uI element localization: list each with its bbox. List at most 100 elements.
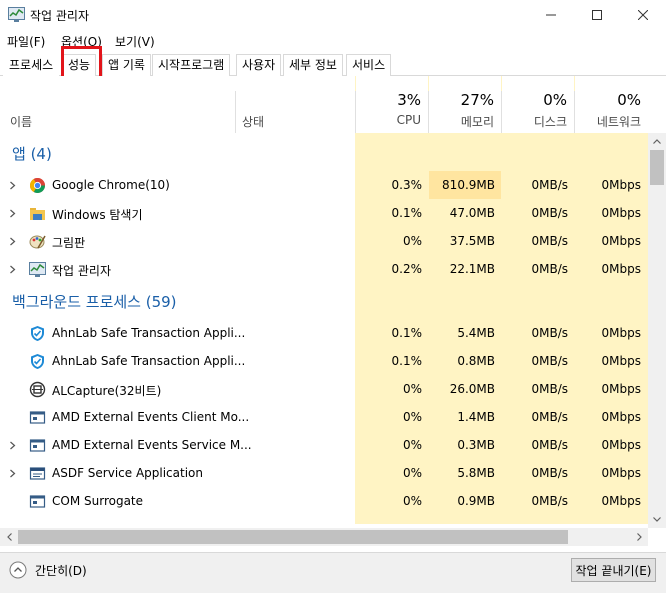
- cpu-value: 0%: [402, 382, 422, 396]
- maximize-icon: [592, 10, 602, 20]
- table-row[interactable]: AMD External Events Service M... 0% 0.3M…: [0, 431, 648, 459]
- chevron-right-icon[interactable]: [9, 441, 16, 450]
- menu-view[interactable]: 보기(V): [115, 33, 155, 50]
- network-value: 0Mbps: [601, 494, 641, 508]
- horizontal-scrollbar[interactable]: [0, 528, 648, 546]
- less-details-label: 간단히(D): [35, 563, 87, 578]
- process-table: 이름 상태 3% CPU 27% 메모리 0% 디스크 0% 네트워크 앱 (4: [0, 76, 666, 552]
- process-name: AMD External Events Service M...: [52, 438, 252, 452]
- disk-value: 0MB/s: [531, 466, 568, 480]
- process-name: AhnLab Safe Transaction Appli...: [52, 354, 246, 368]
- memory-total-percent: 27%: [460, 91, 494, 109]
- table-row[interactable]: 작업 관리자 0.2% 22.1MB 0MB/s 0Mbps: [0, 255, 648, 283]
- end-task-button[interactable]: 작업 끝내기(E): [571, 558, 656, 582]
- table-row[interactable]: AMD External Events Client Mo... 0% 1.4M…: [0, 403, 648, 431]
- scroll-up-button[interactable]: [649, 133, 665, 149]
- chevron-right-icon[interactable]: [9, 265, 16, 274]
- chevron-up-circle-icon: [9, 561, 27, 579]
- disk-value: 0MB/s: [531, 438, 568, 452]
- cpu-value: 0%: [402, 466, 422, 480]
- cpu-value: 0.2%: [391, 262, 423, 276]
- disk-value: 0MB/s: [531, 410, 568, 424]
- maximize-button[interactable]: [574, 0, 620, 30]
- disk-value: 0MB/s: [531, 354, 568, 368]
- menu-file[interactable]: 파일(F): [7, 33, 45, 50]
- title-bar: 작업 관리자: [0, 0, 666, 30]
- table-row[interactable]: AhnLab Safe Transaction Appli... 0.1% 5.…: [0, 319, 648, 347]
- minimize-button[interactable]: [528, 0, 574, 30]
- table-row[interactable]: AhnLab Safe Transaction Appli... 0.1% 0.…: [0, 347, 648, 375]
- chevron-right-icon[interactable]: [9, 209, 16, 218]
- service-icon: [29, 439, 46, 452]
- network-value: 0Mbps: [601, 438, 641, 452]
- menu-options[interactable]: 옵션(O): [61, 33, 102, 50]
- vertical-scroll-thumb[interactable]: [650, 150, 664, 185]
- tab-processes[interactable]: 프로세스: [3, 54, 60, 76]
- close-button[interactable]: [620, 0, 666, 30]
- scroll-right-button[interactable]: [631, 529, 647, 545]
- table-row[interactable]: Windows 탐색기 0.1% 47.0MB 0MB/s 0Mbps: [0, 199, 648, 227]
- service-icon: [29, 495, 46, 508]
- chevron-right-icon[interactable]: [9, 237, 16, 246]
- tab-details[interactable]: 세부 정보: [283, 54, 343, 76]
- chevron-down-icon: [653, 516, 661, 522]
- group-header-apps[interactable]: 앱 (4): [0, 139, 648, 167]
- column-status[interactable]: 상태: [236, 76, 355, 133]
- column-disk[interactable]: 0% 디스크: [502, 76, 574, 133]
- memory-value: 0.9MB: [457, 494, 495, 508]
- table-row[interactable]: ASDF Service Application 0% 5.8MB 0MB/s …: [0, 459, 648, 487]
- process-name: COM Surrogate: [52, 494, 144, 508]
- folder-icon: [30, 208, 45, 220]
- shield-icon: [31, 354, 44, 369]
- vertical-scrollbar[interactable]: [648, 133, 666, 528]
- table-row[interactable]: 그림판 0% 37.5MB 0MB/s 0Mbps: [0, 227, 648, 255]
- group-header-background[interactable]: 백그라운드 프로세스 (59): [0, 287, 648, 315]
- memory-value: 37.5MB: [449, 234, 495, 248]
- network-value: 0Mbps: [601, 466, 641, 480]
- less-details-toggle[interactable]: 간단히(D): [9, 561, 87, 579]
- tab-performance[interactable]: 성능: [62, 54, 97, 76]
- network-value: 0Mbps: [601, 410, 641, 424]
- scroll-left-button[interactable]: [1, 529, 17, 545]
- table-row[interactable]: COM Surrogate 0% 0.9MB 0MB/s 0Mbps: [0, 487, 648, 515]
- table-header: 이름 상태 3% CPU 27% 메모리 0% 디스크 0% 네트워크: [0, 76, 648, 133]
- task-manager-icon: [8, 7, 25, 22]
- chevron-right-icon[interactable]: [9, 181, 16, 190]
- cpu-value: 0%: [402, 438, 422, 452]
- disk-value: 0MB/s: [531, 494, 568, 508]
- tab-startup[interactable]: 시작프로그램: [152, 54, 231, 76]
- app-window-icon: [29, 467, 46, 480]
- column-cpu[interactable]: 3% CPU: [356, 76, 428, 133]
- network-value: 0Mbps: [601, 382, 641, 396]
- tab-services[interactable]: 서비스: [346, 54, 392, 76]
- group-title: 백그라운드 프로세스 (59): [12, 293, 177, 311]
- tab-app-history[interactable]: 앱 기록: [102, 54, 151, 76]
- disk-value: 0MB/s: [531, 206, 568, 220]
- table-row[interactable]: Google Chrome(10) 0.3% 810.9MB 0MB/s 0Mb…: [0, 171, 648, 199]
- column-network[interactable]: 0% 네트워크: [575, 76, 648, 133]
- network-total-percent: 0%: [617, 91, 641, 109]
- memory-value: 0.3MB: [457, 438, 495, 452]
- scroll-down-button[interactable]: [649, 511, 665, 527]
- chevron-right-icon[interactable]: [9, 469, 16, 478]
- cpu-value: 0.3%: [391, 178, 423, 192]
- memory-value: 810.9MB: [442, 178, 495, 192]
- cpu-value: 0.1%: [391, 354, 423, 368]
- paint-icon: [29, 235, 46, 249]
- column-network-label: 네트워크: [596, 115, 641, 129]
- cpu-value: 0.1%: [391, 206, 423, 220]
- memory-value: 26.0MB: [449, 382, 495, 396]
- minimize-icon: [546, 14, 556, 16]
- table-row[interactable]: ALCapture(32비트) 0% 26.0MB 0MB/s 0Mbps: [0, 375, 648, 403]
- memory-value: 1.4MB: [457, 410, 495, 424]
- horizontal-scroll-thumb[interactable]: [18, 530, 568, 544]
- disk-total-percent: 0%: [543, 91, 567, 109]
- group-title: 앱 (4): [12, 145, 52, 163]
- tab-users[interactable]: 사용자: [236, 54, 282, 76]
- process-name: 작업 관리자: [52, 264, 112, 278]
- process-name: 그림판: [52, 236, 86, 250]
- capture-icon: [29, 381, 46, 398]
- column-memory-label: 메모리: [460, 115, 494, 129]
- column-name[interactable]: 이름: [0, 76, 235, 133]
- column-memory[interactable]: 27% 메모리: [429, 76, 501, 133]
